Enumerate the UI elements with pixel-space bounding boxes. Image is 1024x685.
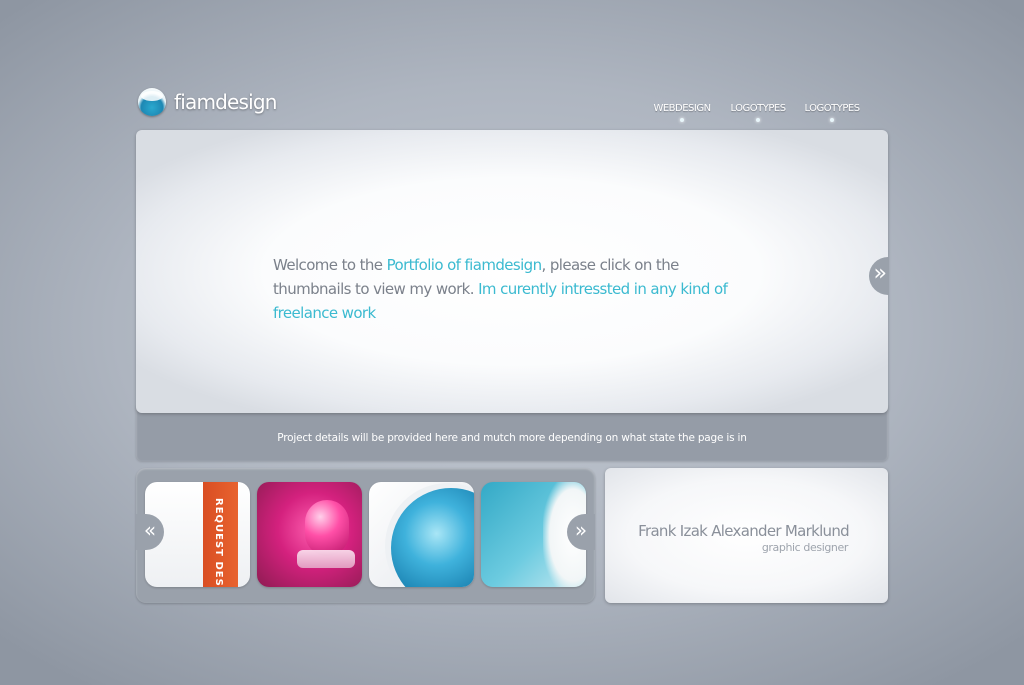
droplet-logo-icon bbox=[138, 88, 166, 116]
welcome-message: Welcome to the Portfolio of fiamdesign, … bbox=[273, 253, 753, 325]
nav-item-logotypes[interactable]: LOGOTYPES bbox=[726, 103, 790, 122]
nav-dot-icon bbox=[680, 118, 684, 122]
nav-dot-icon bbox=[830, 118, 834, 122]
carousel-next-button[interactable]: » bbox=[567, 514, 595, 550]
pin-base-graphic bbox=[297, 550, 355, 568]
thumbnail-caption: REQUEST DESIG bbox=[213, 498, 224, 587]
nav-item-label: LOGOTYPES bbox=[730, 103, 786, 114]
portfolio-highlight: Portfolio of fiamdesign bbox=[386, 256, 543, 274]
thumbnail-carousel: REQUEST DESIG « » bbox=[136, 468, 595, 603]
welcome-text: Welcome to the bbox=[273, 256, 387, 274]
designer-card: Frank Izak Alexander Marklund graphic de… bbox=[605, 468, 888, 603]
hero-next-button[interactable]: » bbox=[869, 257, 889, 295]
main-nav: WEBDESIGN LOGOTYPES LOGOTYPES bbox=[650, 103, 864, 122]
designer-name: Frank Izak Alexander Marklund bbox=[638, 522, 850, 540]
nav-dot-icon bbox=[756, 118, 760, 122]
hero-panel: Welcome to the Portfolio of fiamdesign, … bbox=[136, 130, 889, 413]
brand-name: fiamdesign bbox=[174, 90, 277, 114]
nav-item-webdesign[interactable]: WEBDESIGN bbox=[650, 103, 714, 122]
nav-item-logotypes-2[interactable]: LOGOTYPES bbox=[800, 103, 864, 122]
nav-item-label: WEBDESIGN bbox=[653, 103, 711, 114]
nav-item-label: LOGOTYPES bbox=[804, 103, 860, 114]
thumbnail-blue-orb[interactable] bbox=[369, 482, 474, 587]
designer-role: graphic designer bbox=[761, 541, 849, 554]
thumbnail-pink-pin[interactable] bbox=[257, 482, 362, 587]
project-details-text: Project details will be provided here an… bbox=[277, 432, 747, 444]
brand-logo[interactable]: fiamdesign bbox=[138, 88, 277, 116]
blue-orb-graphic bbox=[391, 488, 474, 587]
request-design-ribbon: REQUEST DESIG bbox=[203, 482, 238, 587]
pink-pin-graphic bbox=[305, 500, 349, 556]
project-details-bar: Project details will be provided here an… bbox=[136, 405, 888, 461]
